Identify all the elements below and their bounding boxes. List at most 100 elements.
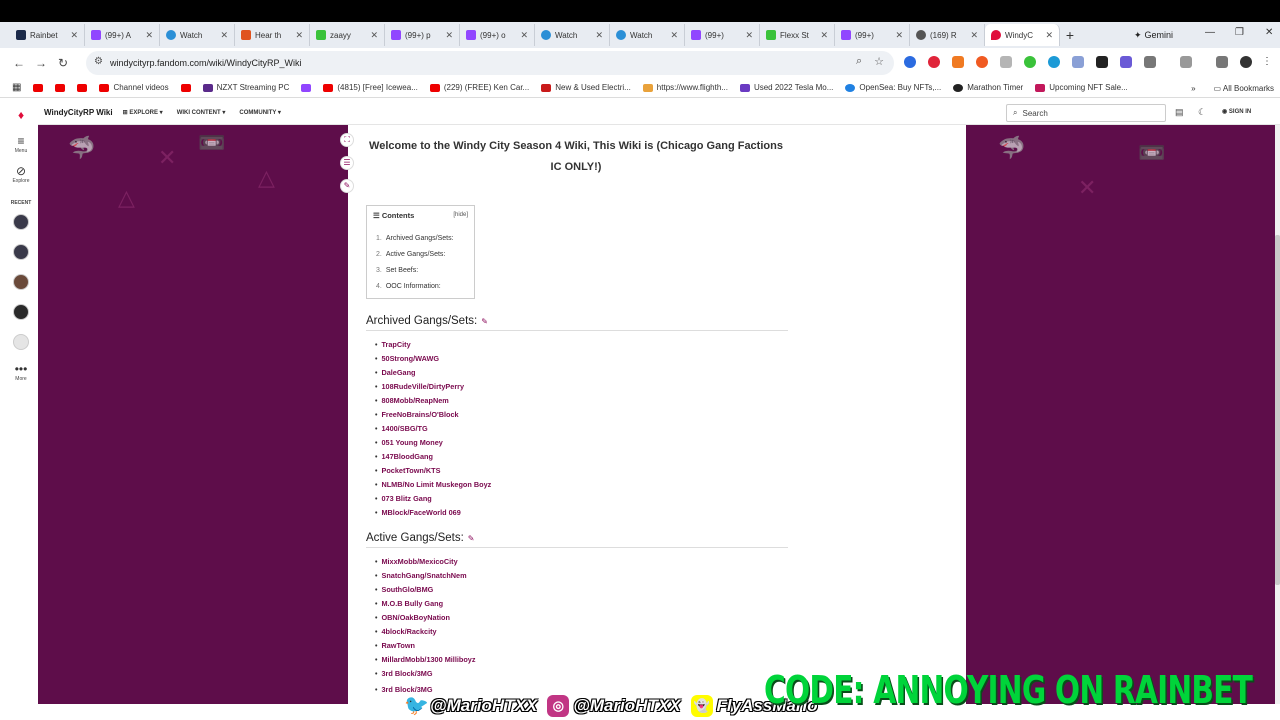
close-icon[interactable]: ✕ [520,30,528,41]
extension-icon[interactable] [1072,56,1084,68]
bookmark-5[interactable]: NZXT Streaming PC [202,83,289,92]
url-bar[interactable]: ⚙ windycityrp.fandom.com/wiki/WindyCityR… [86,51,894,75]
fandom-logo-icon[interactable]: ♦ [4,108,38,122]
toc-item[interactable]: 2. Active Gangs/Sets: [376,251,445,258]
tab-12[interactable]: (169) R ✕ [910,24,985,46]
list-item[interactable]: MixxMobb/MexicoCity [375,557,457,566]
list-item[interactable]: 073 Blitz Gang [375,494,431,503]
tab-4[interactable]: zaayy ✕ [310,24,385,46]
tab-5[interactable]: (99+) p ✕ [385,24,460,46]
bookmark-13[interactable]: Marathon Timer [953,83,1023,92]
explore-button[interactable]: ⊘ Explore [4,164,38,184]
recent-wiki-avatar[interactable] [13,274,29,290]
recent-wiki-avatar[interactable] [13,214,29,230]
extension-icon[interactable] [928,56,940,68]
bookmark-7[interactable]: (4815) [Free] Icewea... [323,83,418,92]
media-icon[interactable] [1216,56,1228,68]
close-icon[interactable]: ✕ [1045,30,1053,41]
list-item[interactable]: DaleGang [375,368,415,377]
chevron-right-icon[interactable]: » [1191,84,1195,93]
dark-mode-icon[interactable]: ☾ [1198,107,1206,118]
tab-7[interactable]: Watch ✕ [535,24,610,46]
puzzle-icon[interactable] [1144,56,1156,68]
sign-in-button[interactable]: ◉ SIGN IN [1222,108,1251,115]
close-icon[interactable]: ✕ [445,30,453,41]
list-item[interactable]: TrapCity [375,340,410,349]
toc-item[interactable]: 4. OOC Information: [376,283,441,290]
bookmark-12[interactable]: OpenSea: Buy NFTs,... [845,83,941,92]
list-item[interactable]: 4block/Rackcity [375,627,436,636]
new-tab-button[interactable]: + [1060,27,1080,43]
close-icon[interactable]: ✕ [220,30,228,41]
list-item[interactable]: 3rd Block/3MG [375,669,432,678]
scrollbar-thumb[interactable] [1275,235,1280,585]
star-icon[interactable]: ☆ [874,55,884,68]
bookmark-1[interactable] [55,83,66,92]
bookmark-11[interactable]: Used 2022 Tesla Mo... [739,83,833,92]
forward-icon[interactable]: → [30,56,52,70]
extension-icon[interactable] [952,56,964,68]
list-item[interactable]: MBlock/FaceWorld 069 [375,508,460,517]
tab-3[interactable]: Hear th ✕ [235,24,310,46]
recent-wiki-avatar[interactable] [13,244,29,260]
list-item[interactable]: 3rd Block/3MG [375,685,432,694]
extension-icon[interactable] [976,56,988,68]
wiki-name[interactable]: WindyCityRP Wiki [44,108,113,117]
list-item[interactable]: 808Mobb/ReapNem [375,396,448,405]
toc-item[interactable]: 1. Archived Gangs/Sets: [376,235,454,242]
bookmark-6[interactable] [301,83,312,92]
close-icon[interactable]: ✕ [970,30,978,41]
list-item[interactable]: MillardMobb/1300 Milliboyz [375,655,475,664]
bookmark-2[interactable] [77,83,88,92]
bookmark-14[interactable]: Upcoming NFT Sale... [1035,83,1128,92]
wiki-content-menu[interactable]: WIKI CONTENT ▾ [177,109,226,116]
bookmark-3[interactable]: Channel videos [99,83,169,92]
extension-icon[interactable] [1000,56,1012,68]
kebab-menu-icon[interactable]: ⋮ [1262,56,1274,68]
list-item[interactable]: 1400/SBG/TG [375,424,427,433]
bookmark-4[interactable] [180,83,191,92]
url-text[interactable]: windycityrp.fandom.com/wiki/WindyCityRP_… [110,58,302,68]
edit-icon[interactable]: ✎ [340,179,354,193]
list-item[interactable]: NLMB/No Limit Muskegon Boyz [375,480,491,489]
bookmark-8[interactable]: (229) (FREE) Ken Car... [429,83,529,92]
close-icon[interactable]: ✕ [145,30,153,41]
close-icon[interactable]: ✕ [295,30,303,41]
list-item[interactable]: RawTown [375,641,415,650]
bookmark-0[interactable] [33,83,44,92]
recent-wiki-avatar[interactable] [13,304,29,320]
explore-menu[interactable]: ⊞ EXPLORE ▾ [123,109,163,116]
discussions-icon[interactable]: ▤ [1175,107,1184,118]
close-icon[interactable]: ✕ [670,30,678,41]
list-item[interactable]: 051 Young Money [375,438,442,447]
close-icon[interactable]: ✕ [745,30,753,41]
menu-button[interactable]: ≡ Menu [4,134,38,154]
minimize-icon[interactable]: — [1205,27,1215,38]
tab-1[interactable]: (99+) A ✕ [85,24,160,46]
tab-6[interactable]: (99+) o ✕ [460,24,535,46]
zoom-icon[interactable]: ⌕ [856,55,862,68]
bookmark-10[interactable]: https://www.flighth... [642,83,728,92]
tab-13-active[interactable]: WindyC ✕ [985,24,1060,46]
toc-hide-link[interactable]: [hide] [453,212,468,218]
all-bookmarks[interactable]: » ▭ All Bookmarks [1191,84,1274,93]
close-icon[interactable]: ✕ [895,30,903,41]
extension-icon[interactable] [1048,56,1060,68]
list-item[interactable]: 108RudeVille/DirtyPerry [375,382,464,391]
gemini-button[interactable]: ✦ Gemini [1128,27,1179,43]
expand-icon[interactable]: ⛶ [340,133,354,147]
extension-icon[interactable] [1120,56,1132,68]
community-menu[interactable]: COMMUNITY ▾ [239,109,281,116]
list-item[interactable]: SouthGlo/BMG [375,585,433,594]
list-item[interactable]: FreeNoBrains/O'Block [375,410,458,419]
toc-icon[interactable]: ☰ [340,156,354,170]
reload-icon[interactable]: ↻ [52,56,74,70]
edit-section-icon[interactable]: ✎ [468,534,475,543]
recent-wiki-avatar[interactable] [13,334,29,350]
tab-2[interactable]: Watch ✕ [160,24,235,46]
tab-8[interactable]: Watch ✕ [610,24,685,46]
apps-icon[interactable]: ▦ [12,82,21,93]
extension-icon[interactable] [904,56,916,68]
close-icon[interactable]: ✕ [70,30,78,41]
extension-icon[interactable] [1024,56,1036,68]
